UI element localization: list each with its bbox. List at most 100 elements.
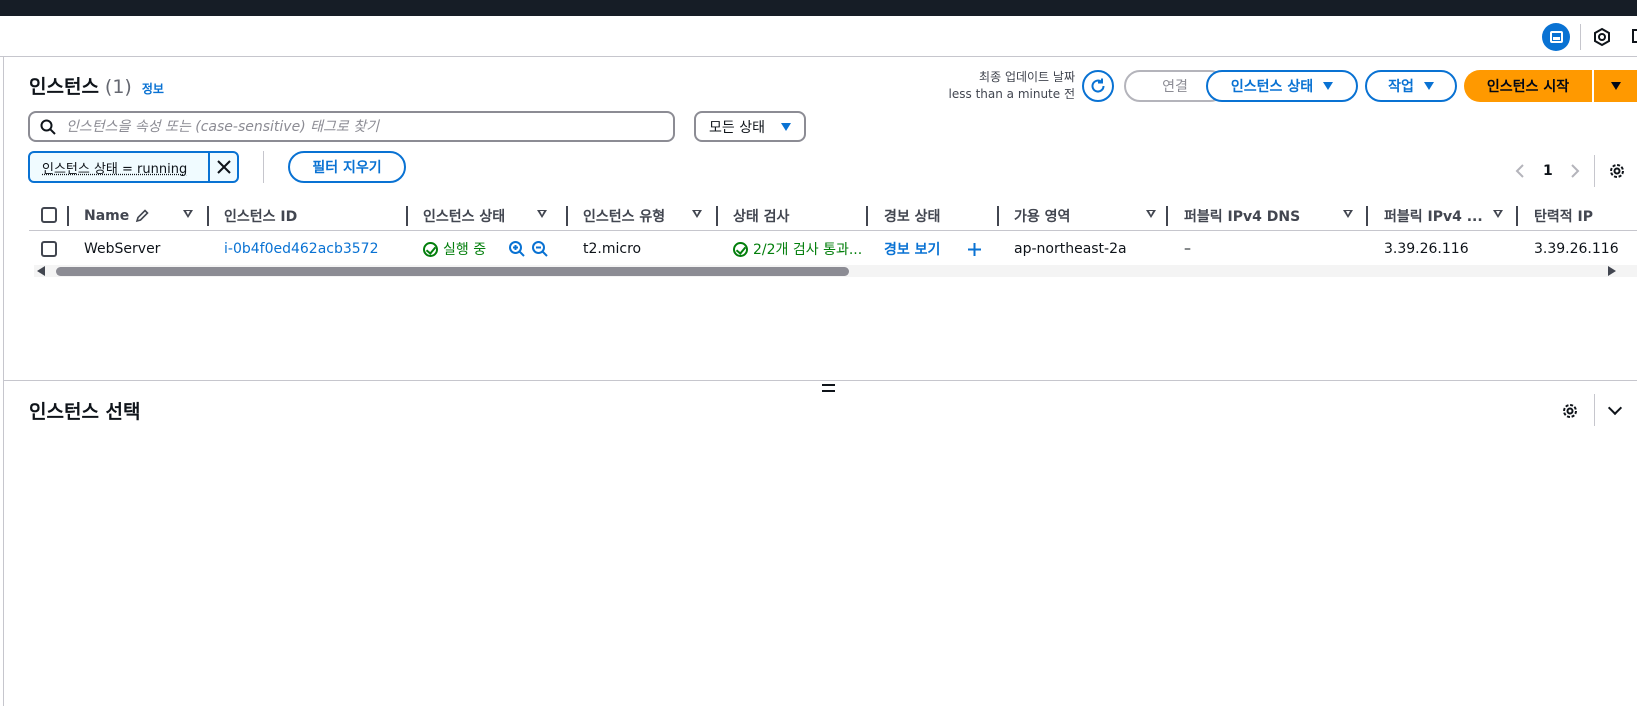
column-header-availability-zone[interactable]: 가용 영역 — [1014, 206, 1070, 226]
column-separator — [866, 206, 868, 226]
table-row[interactable]: WebServer i-0b4f0ed462acb3572 실행 중 t2.mi… — [29, 232, 1637, 266]
cell-availability-zone: ap-northeast-2a — [1014, 240, 1127, 258]
clear-filters-label: 필터 지우기 — [312, 157, 381, 177]
column-separator — [997, 206, 999, 226]
sort-icon[interactable] — [183, 210, 193, 218]
table-header: Name 인스턴스 ID 인스턴스 상태 인스턴스 유형 상태 검사 경보 상태… — [29, 201, 1637, 231]
column-header-instance-id[interactable]: 인스턴스 ID — [224, 206, 297, 226]
view-alarms-link[interactable]: 경보 보기 — [884, 240, 940, 258]
caret-down-icon — [1611, 82, 1621, 90]
info-link[interactable]: 정보 — [142, 80, 164, 97]
instance-state-label: 인스턴스 상태 — [1231, 76, 1313, 96]
actions-label: 작업 — [1388, 76, 1414, 96]
column-header-public-ipv4[interactable]: 퍼블릭 IPv4 ... — [1384, 206, 1483, 226]
column-separator — [406, 206, 408, 226]
last-updated-value: less than a minute 전 — [920, 86, 1075, 103]
column-header-label: Name — [84, 208, 129, 224]
filter-divider — [263, 151, 264, 183]
column-header-alarm-status[interactable]: 경보 상태 — [884, 206, 940, 226]
add-alarm-plus-icon[interactable] — [968, 243, 981, 256]
column-header-elastic-ip[interactable]: 탄력적 IP — [1534, 206, 1593, 226]
sort-icon[interactable] — [1493, 210, 1503, 218]
zoom-in-icon[interactable] — [508, 240, 526, 258]
sort-icon[interactable] — [692, 210, 702, 218]
last-updated: 최종 업데이트 날짜 less than a minute 전 — [920, 69, 1075, 103]
remove-filter-button[interactable] — [208, 153, 237, 181]
page-title: 인스턴스 — [29, 72, 99, 99]
column-header-instance-state[interactable]: 인스턴스 상태 — [423, 206, 505, 226]
caret-down-icon — [1323, 82, 1333, 90]
toolbar-divider — [1580, 24, 1581, 50]
cell-public-ipv4: 3.39.26.116 — [1384, 240, 1469, 258]
browser-top-bar — [0, 0, 1637, 16]
state-select-value: 모든 상태 — [709, 117, 765, 137]
cell-status-check: 2/2개 검사 통과... — [733, 240, 862, 258]
nav-border — [3, 57, 4, 706]
last-updated-label: 최종 업데이트 날짜 — [920, 69, 1075, 86]
cell-elastic-ip: 3.39.26.116 — [1534, 240, 1619, 258]
pencil-icon — [135, 209, 149, 223]
column-header-public-dns[interactable]: 퍼블릭 IPv4 DNS — [1184, 206, 1300, 226]
filter-token-label[interactable]: 인스턴스 상태 = running — [30, 153, 208, 181]
console-toolbar — [0, 16, 1637, 57]
panel-toggle-icon[interactable] — [1542, 23, 1570, 51]
connect-label: 연결 — [1162, 76, 1188, 96]
zoom-out-icon[interactable] — [531, 240, 549, 258]
sort-icon[interactable] — [1343, 210, 1353, 218]
scroll-right-arrow-icon[interactable] — [1608, 266, 1616, 276]
instance-id-link[interactable]: i-0b4f0ed462acb3572 — [224, 240, 379, 258]
column-separator — [1516, 206, 1518, 226]
caret-down-icon — [781, 123, 791, 131]
column-separator — [1166, 206, 1168, 226]
cell-public-dns: – — [1184, 240, 1191, 258]
hexagon-icon[interactable] — [1592, 27, 1612, 47]
sort-icon[interactable] — [1146, 210, 1156, 218]
state-select[interactable]: 모든 상태 — [694, 111, 806, 142]
row-checkbox[interactable] — [41, 241, 57, 257]
refresh-button[interactable] — [1082, 70, 1114, 102]
launch-instance-button[interactable]: 인스턴스 시작 — [1464, 70, 1592, 102]
cell-state: 실행 중 — [423, 240, 486, 258]
cell-name: WebServer — [84, 240, 160, 258]
column-separator — [566, 206, 568, 226]
current-page[interactable]: 1 — [1543, 163, 1553, 179]
horizontal-scrollbar[interactable] — [34, 265, 1637, 277]
success-check-icon — [733, 242, 748, 257]
column-header-status-check[interactable]: 상태 검사 — [733, 206, 789, 226]
actions-button[interactable]: 작업 — [1365, 70, 1457, 102]
clear-filters-button[interactable]: 필터 지우기 — [288, 151, 406, 183]
column-separator — [716, 206, 718, 226]
column-separator — [207, 206, 209, 226]
details-settings-gear-icon[interactable] — [1560, 401, 1580, 421]
resize-handle-icon[interactable] — [822, 384, 835, 392]
details-divider — [1594, 394, 1595, 426]
scroll-left-arrow-icon[interactable] — [37, 266, 45, 276]
column-header-name[interactable]: Name — [84, 206, 149, 226]
state-label: 실행 중 — [443, 239, 486, 259]
partial-icon[interactable] — [1632, 29, 1637, 43]
split-panel-divider — [4, 380, 1637, 381]
scrollbar-thumb[interactable] — [56, 267, 849, 276]
chevron-down-icon[interactable] — [1608, 401, 1622, 415]
instance-state-button[interactable]: 인스턴스 상태 — [1206, 70, 1358, 102]
launch-options-button[interactable] — [1594, 70, 1637, 102]
details-title: 인스턴스 선택 — [29, 397, 141, 424]
sort-icon[interactable] — [537, 210, 547, 218]
column-separator — [1366, 206, 1368, 226]
prev-page-icon[interactable] — [1515, 163, 1525, 179]
status-check-label: 2/2개 검사 통과... — [753, 239, 862, 259]
pager-divider — [1594, 155, 1595, 187]
next-page-icon[interactable] — [1570, 163, 1580, 179]
select-all-checkbox[interactable] — [41, 207, 57, 223]
page-header: 인스턴스 (1) 정보 — [29, 72, 164, 99]
refresh-icon — [1089, 77, 1107, 95]
settings-gear-icon[interactable] — [1607, 161, 1627, 181]
filter-token: 인스턴스 상태 = running — [28, 151, 239, 183]
column-separator — [67, 206, 69, 226]
caret-down-icon — [1424, 82, 1434, 90]
search-box — [28, 111, 675, 142]
close-icon — [217, 160, 231, 174]
success-check-icon — [423, 242, 438, 257]
search-input[interactable] — [66, 119, 646, 135]
column-header-instance-type[interactable]: 인스턴스 유형 — [583, 206, 665, 226]
